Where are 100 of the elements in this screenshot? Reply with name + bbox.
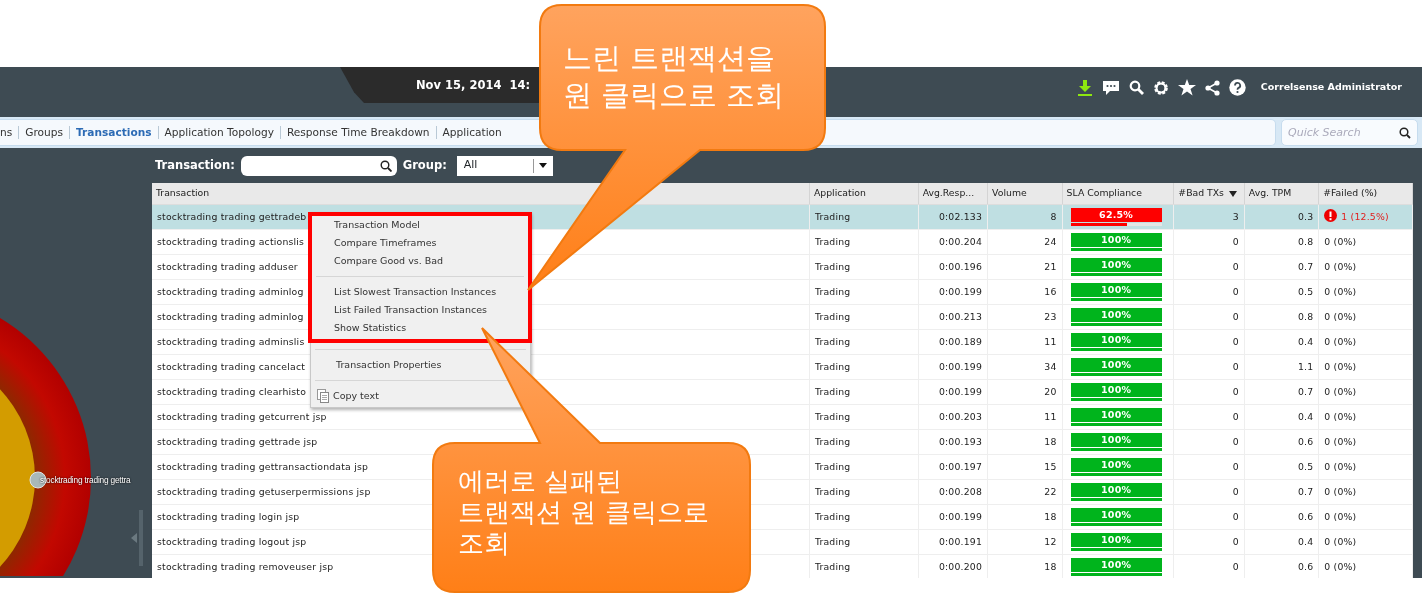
transaction-name: stocktrading trading adminslis xyxy=(157,335,305,347)
application-cell: Trading xyxy=(809,504,919,529)
star-icon[interactable] xyxy=(1177,79,1196,96)
transaction-search-field[interactable] xyxy=(240,155,397,176)
bad-count-cell: 0 xyxy=(1173,229,1245,254)
search-icon xyxy=(379,159,392,172)
user-name: Correlsense Administrator xyxy=(1260,80,1402,95)
column-header[interactable]: Volume xyxy=(987,183,1063,204)
tpm-cell: 0.7 xyxy=(1244,254,1319,279)
sla-bar: 100% xyxy=(1070,432,1162,447)
volume-cell: 22 xyxy=(987,479,1063,504)
nav-tab[interactable]: Application Topology xyxy=(157,126,280,139)
application-cell: Trading xyxy=(809,554,919,578)
bad-count-cell: 0 xyxy=(1173,504,1245,529)
response-time-cell: 0:00.208 xyxy=(918,479,988,504)
bad-count-cell: 0 xyxy=(1173,429,1245,454)
sla-bar: 100% xyxy=(1070,457,1162,472)
tpm-cell: 0.6 xyxy=(1244,429,1319,454)
column-header[interactable]: Avg.Resp... xyxy=(918,183,988,204)
tpm-cell: 0.6 xyxy=(1244,554,1319,578)
column-header[interactable]: #Failed (%) xyxy=(1318,183,1413,204)
menu-item[interactable]: Transaction Properties xyxy=(336,356,442,374)
menu-item[interactable]: Copy text xyxy=(317,387,379,405)
download-icon[interactable] xyxy=(1076,79,1093,96)
sla-bar: 100% xyxy=(1070,332,1162,347)
application-cell: Trading xyxy=(809,454,919,479)
nav-tab[interactable]: ns xyxy=(0,126,19,139)
application-cell: Trading xyxy=(809,254,919,279)
callout-text: 에러로 실패된 트랜잭션 원 클릭으로 조회 xyxy=(458,466,709,559)
failed-count: 0 (0%) xyxy=(1324,285,1357,297)
failed-count: 0 (0%) xyxy=(1324,360,1357,372)
date-time: Nov 15, 2014 14: xyxy=(340,67,540,103)
search-icon[interactable] xyxy=(1399,127,1411,139)
tpm-cell: 0.5 xyxy=(1244,454,1319,479)
volume-cell: 18 xyxy=(987,504,1063,529)
failed-count: 1 (12.5%) xyxy=(1341,211,1389,223)
bad-count-cell: 0 xyxy=(1173,379,1245,404)
alert-icon xyxy=(1324,209,1338,223)
application-cell: Trading xyxy=(809,279,919,304)
sla-bar: 100% xyxy=(1070,382,1162,397)
sla-bar: 100% xyxy=(1070,407,1162,422)
transaction-name: stocktrading trading gettransactiondata jsp xyxy=(157,460,369,472)
tpm-cell: 0.7 xyxy=(1244,379,1319,404)
volume-cell: 16 xyxy=(987,279,1063,304)
sla-bar: 100% xyxy=(1070,257,1162,272)
sla-bar: 100% xyxy=(1070,557,1162,572)
menu-item[interactable]: List Slowest Transaction Instances xyxy=(334,283,497,301)
search-icon[interactable] xyxy=(1128,80,1144,95)
tpm-cell: 0.4 xyxy=(1244,404,1319,429)
response-time-cell: 0:00.199 xyxy=(918,279,988,304)
menu-item[interactable]: Transaction Model xyxy=(334,216,420,234)
menu-item[interactable]: Show Statistics xyxy=(334,319,407,337)
transaction-name: stocktrading trading getuserpermissions jsp xyxy=(157,485,371,497)
nav-tab[interactable]: Application xyxy=(435,126,508,139)
nav-tab[interactable]: Groups xyxy=(18,126,69,139)
application-cell: Trading xyxy=(809,329,919,354)
menu-item[interactable]: Compare Timeframes xyxy=(334,234,437,252)
nav-tab[interactable]: Response Time Breakdown xyxy=(279,126,436,139)
volume-cell: 34 xyxy=(987,354,1063,379)
quick-search-field[interactable]: Quick Search xyxy=(1281,119,1418,146)
share-icon[interactable] xyxy=(1204,79,1220,96)
volume-cell: 24 xyxy=(987,229,1063,254)
column-header[interactable]: Transaction xyxy=(152,183,810,204)
transaction-name: stocktrading trading adminlog xyxy=(157,310,304,322)
failed-count: 0 (0%) xyxy=(1324,385,1357,397)
column-header[interactable]: SLA Compliance xyxy=(1062,183,1174,204)
response-time-cell: 0:00.197 xyxy=(918,454,988,479)
chat-icon[interactable] xyxy=(1101,79,1120,96)
tpm-cell: 0.4 xyxy=(1244,329,1319,354)
response-time-cell: 0:00.189 xyxy=(918,329,988,354)
group-dropdown[interactable]: All xyxy=(456,155,553,176)
volume-cell: 23 xyxy=(987,304,1063,329)
tpm-cell: 1.1 xyxy=(1244,354,1319,379)
response-time-cell: 0:00.213 xyxy=(918,304,988,329)
failed-count: 0 (0%) xyxy=(1324,260,1357,272)
volume-cell: 18 xyxy=(987,429,1063,454)
help-icon[interactable] xyxy=(1228,79,1246,96)
transaction-name: stocktrading trading actionslis xyxy=(157,235,305,247)
column-header[interactable]: Application xyxy=(809,183,919,204)
volume-cell: 21 xyxy=(987,254,1063,279)
response-time-cell: 0:00.196 xyxy=(918,254,988,279)
application-cell: Trading xyxy=(809,229,919,254)
response-time-cell: 0:00.191 xyxy=(918,529,988,554)
response-time-cell: 0:00.199 xyxy=(918,504,988,529)
sla-bar: 100% xyxy=(1070,507,1162,522)
menu-item[interactable]: Compare Good vs. Bad xyxy=(334,252,444,270)
menu-item[interactable]: List Failed Transaction Instances xyxy=(334,301,487,319)
settings-icon[interactable] xyxy=(1152,79,1169,96)
nav-tab[interactable]: Transactions xyxy=(69,126,158,139)
column-header[interactable]: #Bad TXs xyxy=(1173,183,1245,204)
bad-count-cell: 0 xyxy=(1173,529,1245,554)
application-cell: Trading xyxy=(809,429,919,454)
transaction-name: stocktrading trading gettradeb xyxy=(157,210,307,222)
sla-bar: 100% xyxy=(1070,282,1162,297)
failed-count: 0 (0%) xyxy=(1324,535,1357,547)
application-cell: Trading xyxy=(809,304,919,329)
volume-cell: 18 xyxy=(987,554,1063,578)
failed-count: 0 (0%) xyxy=(1324,485,1357,497)
failed-count: 0 (0%) xyxy=(1324,435,1357,447)
column-header[interactable]: Avg. TPM xyxy=(1244,183,1319,204)
